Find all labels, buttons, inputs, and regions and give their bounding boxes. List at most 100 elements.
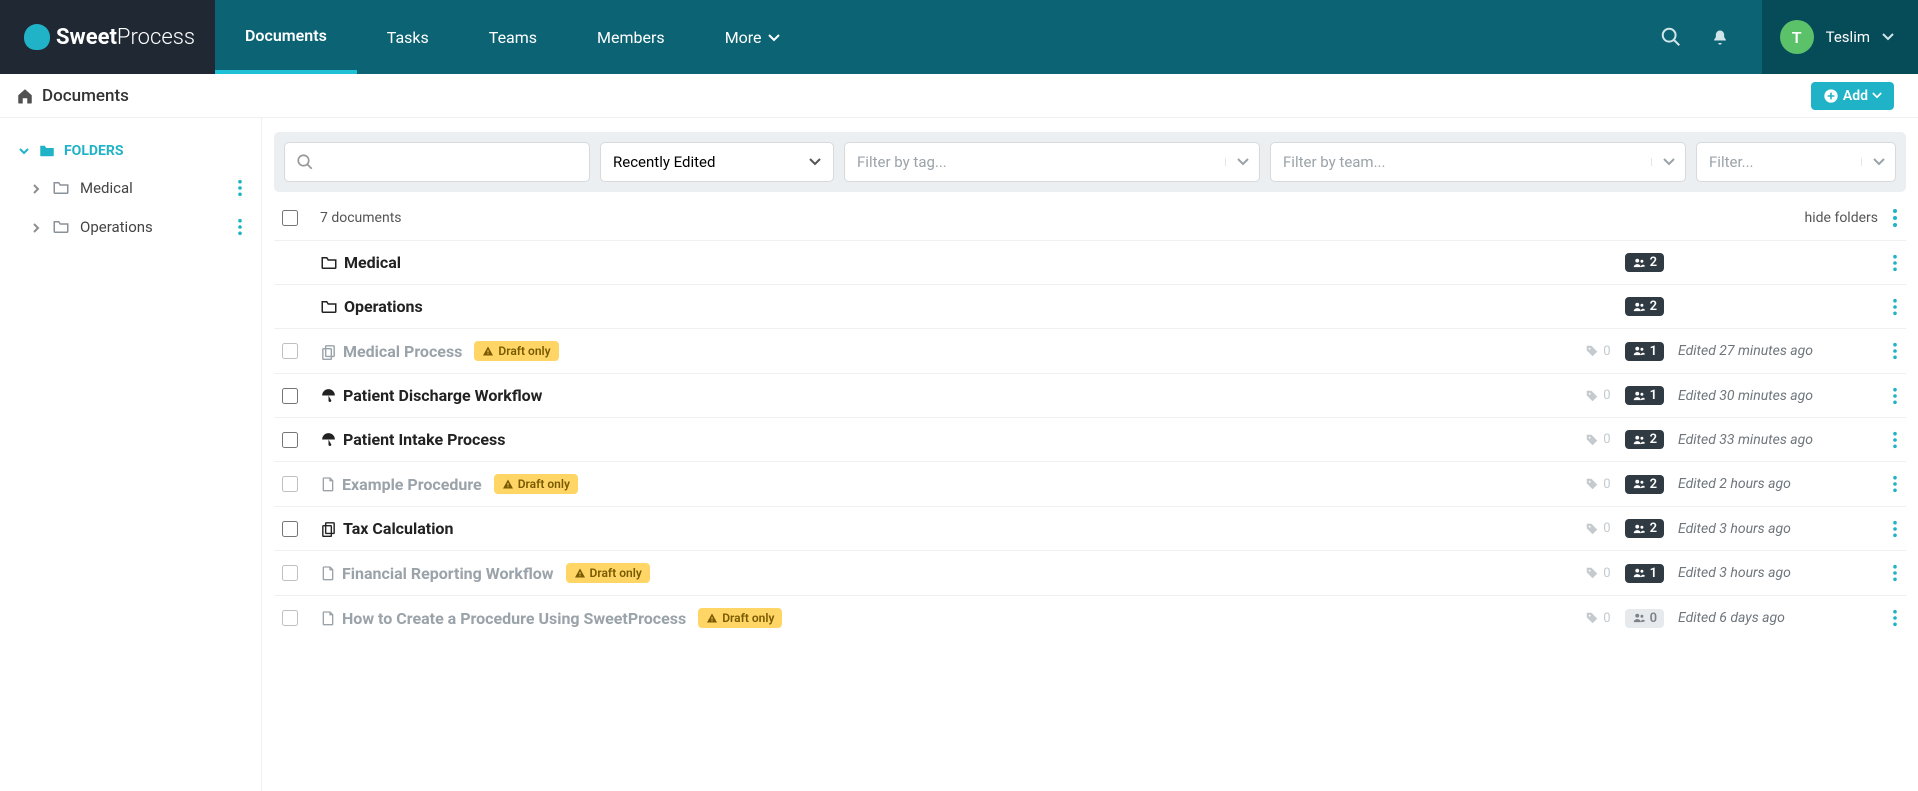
- user-menu[interactable]: T Teslim: [1762, 0, 1918, 74]
- row-checkbox[interactable]: [282, 521, 298, 537]
- doc-name: Example Procedure: [342, 475, 482, 494]
- folder-row[interactable]: Operations 2: [274, 284, 1906, 328]
- tags-count: 0: [1585, 477, 1610, 492]
- nav-documents[interactable]: Documents: [215, 0, 357, 74]
- edited-time: Edited 3 hours ago: [1678, 521, 1858, 537]
- doc-row[interactable]: Medical ProcessDraft only01Edited 27 min…: [274, 328, 1906, 373]
- hide-folders-link[interactable]: hide folders: [1805, 210, 1878, 226]
- breadcrumb-bar: Documents Add: [0, 74, 1918, 118]
- folder-name: Operations: [344, 297, 423, 316]
- tags-count: 0: [1585, 432, 1610, 447]
- people-count: 2: [1625, 519, 1664, 538]
- tags-count: 0: [1585, 521, 1610, 536]
- doc-count: 7 documents: [320, 210, 402, 226]
- warn-icon: [482, 345, 494, 357]
- row-actions[interactable]: [1892, 520, 1898, 538]
- draft-badge: Draft only: [698, 608, 782, 628]
- filter-generic[interactable]: Filter...: [1696, 142, 1896, 182]
- warn-icon: [574, 567, 586, 579]
- chevron-down-icon: [768, 28, 780, 47]
- chevron-down-icon: [1872, 92, 1882, 99]
- row-checkbox[interactable]: [282, 343, 298, 359]
- people-count: 0: [1625, 609, 1664, 628]
- plus-circle-icon: [1823, 88, 1839, 104]
- warn-icon: [502, 478, 514, 490]
- doc-name: How to Create a Procedure Using SweetPro…: [342, 609, 686, 628]
- nav-teams[interactable]: Teams: [459, 0, 567, 74]
- warn-icon: [706, 612, 718, 624]
- doc-row[interactable]: How to Create a Procedure Using SweetPro…: [274, 595, 1906, 640]
- add-button[interactable]: Add: [1811, 82, 1894, 110]
- members-badge: 2: [1625, 297, 1664, 316]
- row-actions[interactable]: [1892, 431, 1898, 449]
- folder-icon: [320, 298, 338, 316]
- edited-time: Edited 3 hours ago: [1678, 565, 1858, 581]
- doc-name: Medical Process: [343, 342, 462, 361]
- avatar: T: [1780, 20, 1814, 54]
- doc-row[interactable]: Patient Intake Process02Edited 33 minute…: [274, 417, 1906, 461]
- draft-badge: Draft only: [494, 474, 578, 494]
- sidebar-folder-operations[interactable]: Operations: [0, 207, 261, 246]
- doc-icon: [320, 476, 336, 492]
- sidebar-folders-toggle[interactable]: FOLDERS: [0, 134, 261, 168]
- row-checkbox[interactable]: [282, 565, 298, 581]
- members-badge: 2: [1625, 253, 1664, 272]
- logo[interactable]: SweetProcess: [0, 0, 215, 74]
- folder-icon: [52, 218, 70, 236]
- doc-row[interactable]: Example Procedure Draft only 02 Edited 2 ho…: [274, 461, 1906, 506]
- chevron-right-icon: [30, 179, 42, 197]
- filter-tag[interactable]: Filter by tag...: [844, 142, 1260, 182]
- folder-row[interactable]: Medical2: [274, 240, 1906, 284]
- row-actions[interactable]: [1892, 609, 1898, 627]
- doc-row[interactable]: Patient Discharge Workflow01Edited 30 mi…: [274, 373, 1906, 417]
- edited-time: Edited 2 hours ago: [1678, 476, 1858, 492]
- row-checkbox[interactable]: [282, 432, 298, 448]
- search-icon: [296, 153, 314, 171]
- sidebar-folder-medical[interactable]: Medical: [0, 168, 261, 207]
- row-checkbox[interactable]: [282, 610, 298, 626]
- sort-select[interactable]: Recently Edited: [600, 142, 834, 182]
- folder-actions[interactable]: [237, 217, 243, 236]
- sidebar: FOLDERS Medical Operations: [0, 118, 262, 791]
- breadcrumb[interactable]: Documents: [16, 86, 129, 106]
- folder-actions[interactable]: [237, 178, 243, 197]
- umbrella-icon: [320, 431, 337, 448]
- row-actions[interactable]: [1892, 387, 1898, 405]
- doc-name: Patient Discharge Workflow: [343, 386, 542, 405]
- select-all-checkbox[interactable]: [282, 210, 298, 226]
- doc-row[interactable]: Tax Calculation02Edited 3 hours ago: [274, 506, 1906, 550]
- folder-icon: [320, 254, 338, 272]
- draft-badge: Draft only: [474, 341, 558, 361]
- nav-more[interactable]: More: [695, 0, 810, 74]
- bell-icon[interactable]: [1696, 26, 1744, 47]
- doc-name: Financial Reporting Workflow: [342, 564, 554, 583]
- row-actions[interactable]: [1892, 298, 1898, 316]
- nav-tasks[interactable]: Tasks: [357, 0, 459, 74]
- edited-time: Edited 27 minutes ago: [1678, 343, 1858, 359]
- filters-bar: Recently Edited Filter by tag... Filter …: [274, 132, 1906, 192]
- list-meta: 7 documents hide folders: [274, 192, 1906, 240]
- umbrella-icon: [320, 387, 337, 404]
- search-input[interactable]: [284, 142, 590, 182]
- tags-count: 0: [1585, 611, 1610, 626]
- nav-members[interactable]: Members: [567, 0, 695, 74]
- filter-team[interactable]: Filter by team...: [1270, 142, 1686, 182]
- folder-label: Medical: [80, 179, 133, 197]
- list-actions[interactable]: [1892, 208, 1898, 228]
- row-actions[interactable]: [1892, 564, 1898, 582]
- people-count: 2: [1625, 475, 1664, 494]
- row-actions[interactable]: [1892, 475, 1898, 493]
- row-checkbox[interactable]: [282, 388, 298, 404]
- doc-row[interactable]: Financial Reporting WorkflowDraft only01…: [274, 550, 1906, 595]
- row-actions[interactable]: [1892, 254, 1898, 272]
- row-actions[interactable]: [1892, 342, 1898, 360]
- search-icon[interactable]: [1646, 26, 1696, 48]
- home-icon: [16, 87, 34, 105]
- doc-icon: [320, 565, 336, 581]
- row-checkbox[interactable]: [282, 476, 298, 492]
- people-count: 1: [1625, 342, 1664, 361]
- top-nav: SweetProcess DocumentsTasksTeamsMembersM…: [0, 0, 1918, 74]
- edited-time: Edited 33 minutes ago: [1678, 432, 1858, 448]
- people-count: 1: [1625, 564, 1664, 583]
- doc-name: Patient Intake Process: [343, 430, 505, 449]
